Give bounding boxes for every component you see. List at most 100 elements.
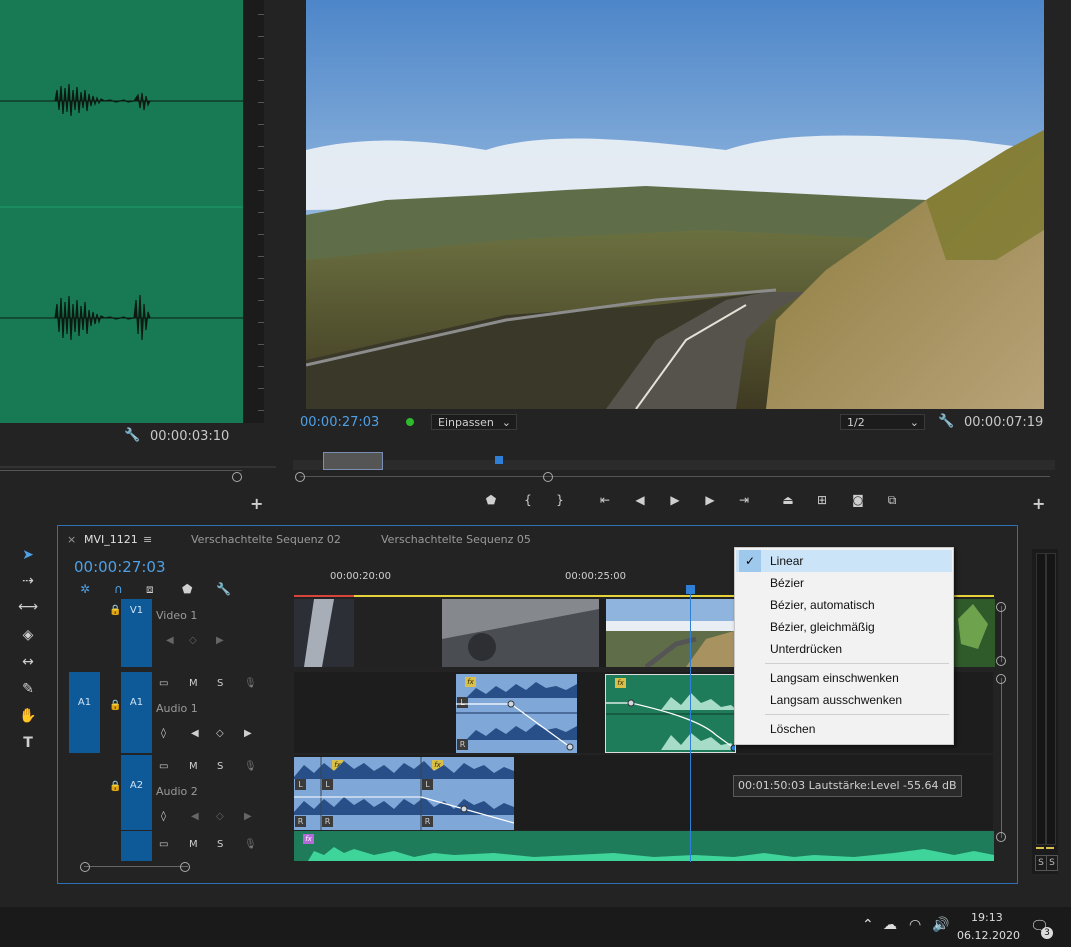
source-scrollbar[interactable] [0, 470, 242, 471]
tab-nested-sequence-05[interactable]: Verschachtelte Sequenz 05 [381, 533, 531, 546]
mute-button-a3[interactable]: M [189, 839, 198, 850]
scroll-handle-icon[interactable] [180, 862, 190, 872]
clock-date[interactable]: 06.12.2020 [957, 929, 1020, 942]
track-target-a3[interactable] [121, 831, 152, 861]
add-keyframe-icon[interactable]: ◇ [216, 811, 224, 822]
program-scrollbar[interactable] [300, 476, 1050, 477]
scroll-handle-icon[interactable] [996, 602, 1006, 612]
next-keyframe-icon[interactable]: ▶ [244, 811, 252, 822]
solo-button-a2[interactable]: S [217, 761, 223, 772]
ripple-edit-tool-icon[interactable]: ⟷ [14, 596, 42, 618]
mark-in-icon[interactable]: { [518, 492, 538, 508]
prev-keyframe-icon[interactable]: ◀ [166, 635, 174, 646]
video-vertical-scrollbar[interactable] [1001, 606, 1002, 662]
mute-button-a2[interactable]: M [189, 761, 198, 772]
track-target-a1[interactable]: A1 [121, 672, 152, 753]
lock-icon[interactable]: 🔒 [109, 605, 121, 616]
audio-clip[interactable]: fx fx L R L R L R [294, 757, 514, 830]
keyframe-toggle-icon[interactable]: ◊ [161, 811, 166, 822]
tab-mvi-1121[interactable]: MVI_1121 [84, 533, 138, 546]
track-select-tool-icon[interactable]: ⇢ [14, 570, 42, 592]
video-clip[interactable] [354, 599, 442, 667]
menu-item-delete[interactable]: Löschen [736, 718, 952, 740]
wrench-icon[interactable]: 🔧 [124, 428, 140, 443]
track-output-icon[interactable]: ▭ [159, 839, 168, 850]
mark-out-icon[interactable]: } [550, 492, 570, 508]
program-current-timecode[interactable]: 00:00:27:03 [300, 415, 379, 430]
playhead-line[interactable] [690, 586, 691, 862]
track-output-icon[interactable]: ▭ [159, 678, 168, 689]
solo-right-button[interactable]: S [1046, 855, 1058, 871]
microphone-icon[interactable]: 🎙 [244, 678, 257, 689]
razor-tool-icon[interactable]: ◈ [14, 624, 42, 646]
next-keyframe-icon[interactable]: ▶ [244, 728, 252, 739]
video-clip[interactable] [294, 599, 354, 667]
program-time-ruler[interactable] [293, 452, 1055, 470]
scroll-handle-icon[interactable] [996, 656, 1006, 666]
audio-clip-selected[interactable]: fx [605, 674, 736, 753]
microphone-icon[interactable]: 🎙 [244, 761, 257, 772]
next-keyframe-icon[interactable]: ▶ [216, 635, 224, 646]
audio-vertical-scrollbar[interactable] [1001, 678, 1002, 838]
mute-button-a1[interactable]: M [189, 678, 198, 689]
source-patch-a1[interactable]: A1 [69, 672, 100, 753]
scroll-handle-icon[interactable] [543, 472, 553, 482]
solo-button-a1[interactable]: S [217, 678, 223, 689]
go-to-out-icon[interactable]: ⇥ [734, 492, 754, 508]
resolution-dropdown[interactable]: 1/2 ⌄ [840, 414, 925, 430]
menu-item-ease-in[interactable]: Langsam einschwenken [736, 667, 952, 689]
clock-time[interactable]: 19:13 [971, 911, 1003, 924]
add-button[interactable]: + [1032, 494, 1045, 513]
microphone-icon[interactable]: 🎙 [244, 839, 257, 850]
solo-button-a3[interactable]: S [217, 839, 223, 850]
cloud-icon[interactable]: ☁ [883, 917, 897, 933]
menu-item-bezier-auto[interactable]: Bézier, automatisch [736, 594, 952, 616]
audio-clip[interactable]: fx [294, 831, 994, 861]
video-clip[interactable] [442, 599, 599, 667]
scroll-handle-icon[interactable] [996, 832, 1006, 842]
wifi-icon[interactable]: ◠ [909, 917, 921, 933]
add-keyframe-icon[interactable]: ◇ [216, 728, 224, 739]
track-target-v1[interactable]: V1 [121, 599, 152, 667]
source-zoom-bar[interactable] [0, 466, 276, 468]
add-button[interactable]: + [250, 494, 263, 513]
step-forward-icon[interactable]: ▶ [700, 492, 720, 508]
scroll-handle-icon[interactable] [80, 862, 90, 872]
prev-keyframe-icon[interactable]: ◀ [191, 728, 199, 739]
wrench-icon[interactable]: 🔧 [216, 582, 231, 596]
go-to-in-icon[interactable]: ⇤ [595, 492, 615, 508]
hand-tool-icon[interactable]: ✋ [14, 705, 42, 727]
slip-tool-icon[interactable]: ↔ [14, 651, 42, 673]
video-clip[interactable] [953, 599, 995, 667]
prev-keyframe-icon[interactable]: ◀ [191, 811, 199, 822]
lock-icon[interactable]: 🔒 [109, 781, 121, 792]
menu-item-linear[interactable]: ✓ Linear [736, 550, 952, 572]
in-out-range[interactable] [323, 452, 383, 470]
scroll-handle-icon[interactable] [232, 472, 242, 482]
nest-toggle-icon[interactable]: ✲ [80, 582, 90, 596]
lock-icon[interactable]: 🔒 [109, 700, 121, 711]
camera-icon[interactable]: ◙ [848, 492, 868, 508]
scroll-handle-icon[interactable] [295, 472, 305, 482]
wrench-icon[interactable]: 🔧 [938, 414, 954, 429]
add-keyframe-icon[interactable]: ◇ [189, 635, 197, 646]
menu-item-bezier[interactable]: Bézier [736, 572, 952, 594]
linked-selection-icon[interactable]: ⧈ [146, 582, 154, 597]
compare-view-icon[interactable]: ⧉ [882, 492, 902, 508]
timeline-timecode[interactable]: 00:00:27:03 [74, 558, 166, 576]
fit-dropdown[interactable]: Einpassen ⌄ [431, 414, 517, 430]
tab-menu-icon[interactable]: ≡ [143, 533, 152, 546]
add-marker-icon[interactable]: ⬟ [182, 582, 192, 596]
lift-icon[interactable]: ⏏ [778, 492, 798, 508]
track-output-icon[interactable]: ▭ [159, 761, 168, 772]
audio-clip[interactable]: fx L R [456, 674, 577, 753]
menu-item-hold[interactable]: Unterdrücken [736, 638, 952, 660]
selection-tool-icon[interactable]: ➤ [14, 544, 42, 566]
step-back-icon[interactable]: ◀ [630, 492, 650, 508]
keyframe-toggle-icon[interactable]: ◊ [161, 728, 166, 739]
scroll-handle-icon[interactable] [996, 674, 1006, 684]
playhead-icon[interactable] [495, 456, 503, 464]
pen-tool-icon[interactable]: ✎ [14, 678, 42, 700]
track-target-a2[interactable]: A2 [121, 755, 152, 830]
close-tab-icon[interactable]: × [67, 533, 76, 546]
